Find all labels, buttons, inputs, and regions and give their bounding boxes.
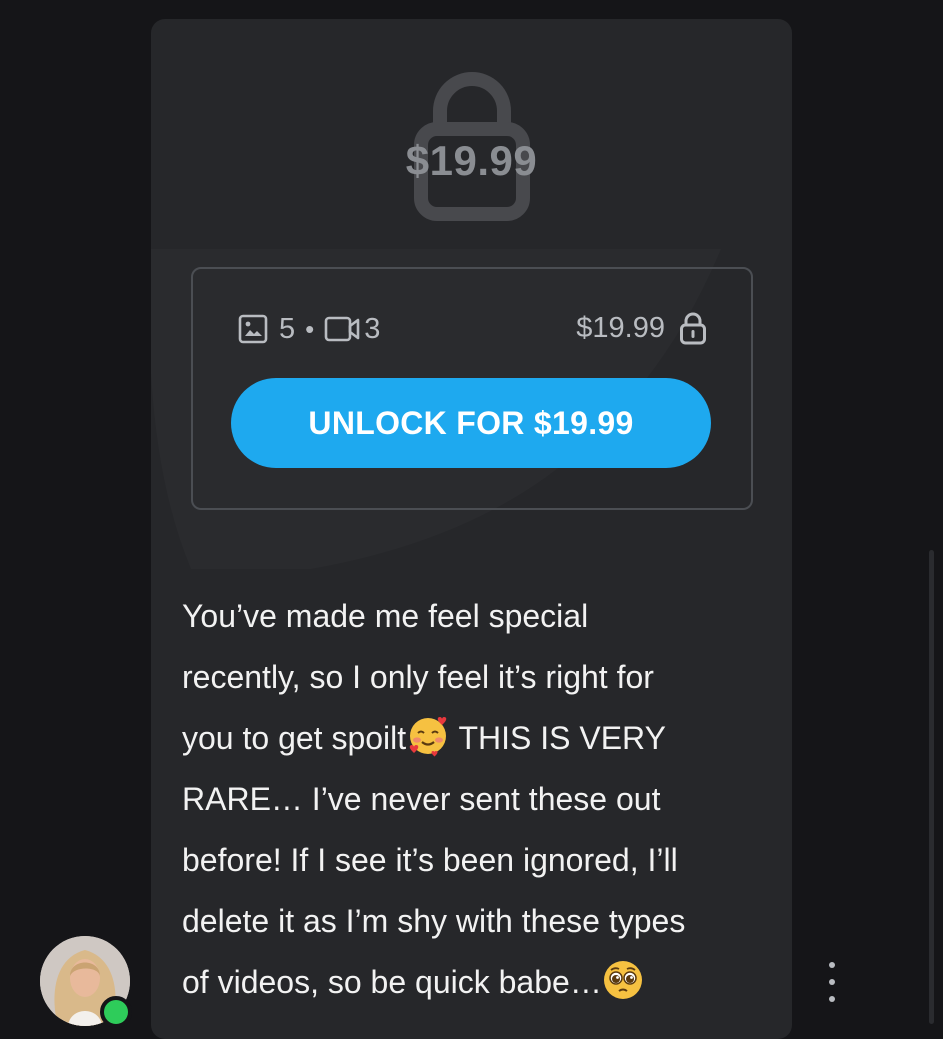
pleading-face-emoji xyxy=(603,961,642,999)
unlock-button[interactable]: UNLOCK FOR $19.99 xyxy=(231,378,711,468)
video-count: 3 xyxy=(364,312,381,345)
scrollbar[interactable] xyxy=(929,550,934,1024)
separator-dot: • xyxy=(305,313,315,344)
locked-message-card: $19.99 5 • 3 $19.99 UNLOCK FOR $19.99 Yo… xyxy=(151,19,792,1039)
message-line: RARE… I’ve never sent these out xyxy=(182,781,661,817)
media-preview-box: 5 • 3 $19.99 UNLOCK FOR $19.99 xyxy=(191,267,753,510)
hero-price: $19.99 xyxy=(405,137,538,184)
message-line: recently, so I only feel it’s right for xyxy=(182,659,654,695)
image-icon xyxy=(238,314,268,344)
lock-icon xyxy=(680,312,706,345)
message-line: You’ve made me feel special xyxy=(182,598,589,634)
video-camera-icon xyxy=(324,316,360,342)
online-status-indicator xyxy=(100,996,132,1028)
ellipsis-dot xyxy=(829,979,835,985)
media-counts: 5 • 3 xyxy=(237,313,380,345)
smiling-face-with-hearts-emoji xyxy=(409,717,447,757)
message-line: before! If I see it’s been ignored, I’ll xyxy=(182,842,678,878)
message-line: delete it as I’m shy with these types xyxy=(182,903,686,939)
vertical-ellipsis-icon xyxy=(829,962,835,968)
message-text: You’ve made me feel special recently, so… xyxy=(182,586,762,1013)
message-segment: of videos, so be quick babe… xyxy=(182,964,602,1000)
message-line-with-emoji: of videos, so be quick babe… xyxy=(182,952,762,1013)
more-options-button[interactable] xyxy=(820,962,844,1002)
message-segment: THIS IS VERY xyxy=(450,720,666,756)
ellipsis-dot xyxy=(829,996,835,1002)
message-segment: you to get spoilt xyxy=(182,720,407,756)
photo-count: 5 xyxy=(279,312,296,345)
media-price-label: $19.99 xyxy=(576,311,665,344)
message-line-with-emoji: you to get spoilt THIS IS VERY xyxy=(182,708,762,769)
media-price: $19.99 xyxy=(576,311,707,345)
